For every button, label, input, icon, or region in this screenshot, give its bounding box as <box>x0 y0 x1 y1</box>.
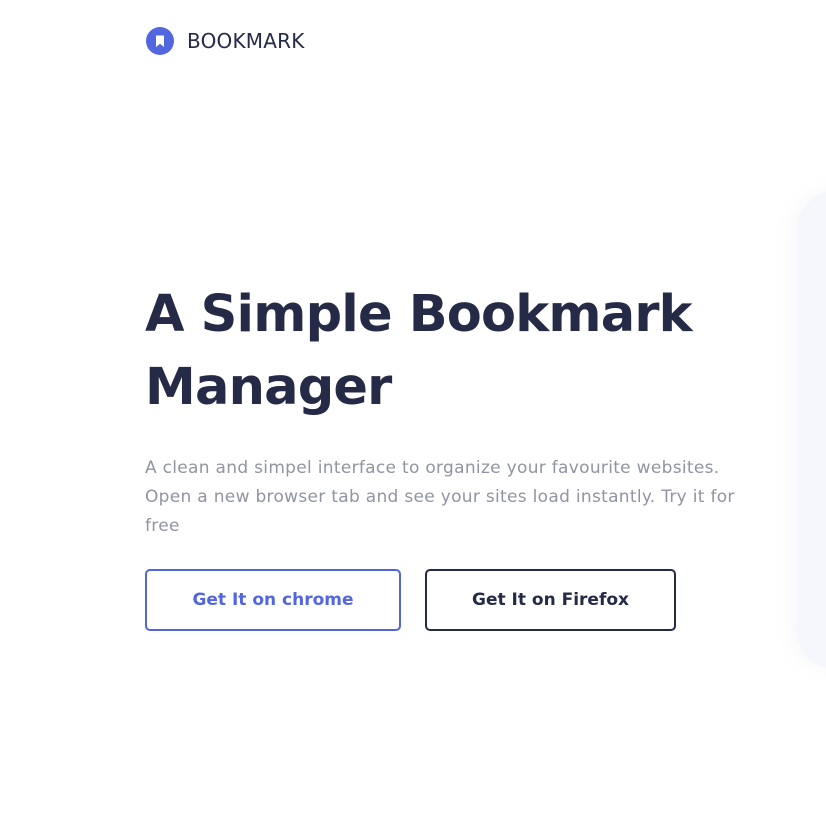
brand-name: BOOKMARK <box>187 29 305 53</box>
get-it-on-firefox-button[interactable]: Get It on Firefox <box>425 569 676 631</box>
get-it-on-chrome-button[interactable]: Get It on chrome <box>145 569 401 631</box>
page: BOOKMARK A Simple Bookmark Manager A cle… <box>0 0 826 826</box>
brand-logo[interactable]: BOOKMARK <box>146 27 305 55</box>
hero-title: A Simple Bookmark Manager <box>145 285 693 417</box>
decorative-side-panel <box>797 190 826 670</box>
hero-description: A clean and simpel interface to organize… <box>145 458 735 536</box>
bookmark-icon <box>146 27 174 55</box>
